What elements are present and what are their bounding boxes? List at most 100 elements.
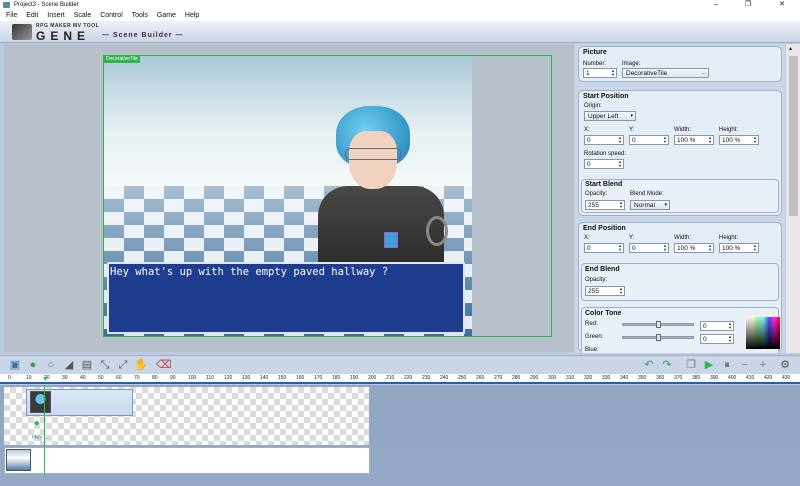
settings-icon[interactable]: ⚙: [778, 358, 792, 372]
eraser-icon[interactable]: ⌫: [156, 358, 172, 372]
scroll-thumb[interactable]: [789, 56, 798, 216]
blend-mode-value: Normal: [634, 202, 655, 209]
menu-edit[interactable]: Edit: [26, 12, 38, 19]
spinner-icon[interactable]: ▲ ▼: [728, 322, 732, 330]
character-face: [349, 131, 397, 189]
ruler-mark: 300: [548, 375, 557, 381]
end-height-field[interactable]: 100 % ▲ ▼: [719, 243, 759, 253]
copy-icon[interactable]: ❐: [684, 358, 698, 372]
menu-file[interactable]: File: [6, 12, 17, 19]
image-browse-button[interactable]: ...: [702, 69, 706, 78]
ruler-mark: 360: [656, 375, 665, 381]
ruler-mark: 230: [422, 375, 431, 381]
start-opacity-field[interactable]: 255 ▲ ▼: [585, 200, 625, 210]
minimize-button[interactable]: –: [704, 0, 728, 10]
ruler-mark: 350: [638, 375, 647, 381]
end-width-field[interactable]: 100 % ▲ ▼: [674, 243, 714, 253]
maximize-button[interactable]: ❐: [736, 0, 760, 10]
menu-insert[interactable]: Insert: [47, 12, 65, 19]
height-field[interactable]: 100 % ▲ ▼: [719, 135, 759, 145]
end-position-heading: End Position: [583, 225, 626, 232]
end-height-label: Height:: [719, 235, 739, 241]
start-opacity-value: 255: [588, 202, 599, 209]
end-x-value: 0: [587, 245, 591, 252]
playhead-line: [44, 385, 45, 474]
background-track[interactable]: [4, 447, 370, 474]
green-slider[interactable]: [622, 334, 694, 341]
green-field[interactable]: 0 ▲ ▼: [700, 334, 734, 344]
spinner-icon[interactable]: ▲ ▼: [728, 335, 732, 343]
timeline: ◆ Hey ...: [0, 385, 800, 486]
spinner-icon[interactable]: ▲ ▼: [611, 69, 615, 77]
balloon-icon[interactable]: ●: [26, 358, 40, 372]
plus-icon[interactable]: +: [756, 358, 770, 372]
width-label: Width:: [674, 127, 692, 133]
minus-icon[interactable]: −: [738, 358, 752, 372]
origin-select[interactable]: Upper Left ▾: [584, 111, 636, 121]
red-slider-knob[interactable]: [656, 321, 661, 328]
y-field[interactable]: 0 ▲ ▼: [629, 135, 669, 145]
film-icon[interactable]: ▤: [80, 358, 94, 372]
red-field[interactable]: 0 ▲ ▼: [700, 321, 734, 331]
end-x-field[interactable]: 0 ▲ ▼: [584, 243, 624, 253]
spinner-icon[interactable]: ▲ ▼: [618, 160, 622, 168]
spinner-icon[interactable]: ▲ ▼: [619, 201, 623, 209]
end-x-label: X:: [584, 235, 590, 241]
pause-icon[interactable]: ⏸: [720, 358, 734, 372]
undo-icon[interactable]: ↶: [642, 358, 656, 372]
menu-scale[interactable]: Scale: [74, 12, 92, 19]
panel-scrollbar[interactable]: ▴: [785, 44, 800, 353]
spinner-icon[interactable]: ▲ ▼: [708, 136, 712, 144]
y-label: Y:: [629, 127, 635, 133]
spinner-icon[interactable]: ▲ ▼: [618, 244, 622, 252]
play-icon[interactable]: ▶: [702, 358, 716, 372]
blend-mode-select[interactable]: Normal ▾: [630, 200, 670, 210]
spinner-icon[interactable]: ▲ ▼: [618, 136, 622, 144]
hand-icon[interactable]: ✋: [134, 358, 148, 372]
redo-icon[interactable]: ↷: [660, 358, 674, 372]
scale-icon[interactable]: ⤢: [116, 358, 130, 372]
green-slider-knob[interactable]: [656, 334, 661, 341]
rotation-field[interactable]: 0 ▲ ▼: [584, 159, 624, 169]
red-slider[interactable]: [622, 321, 694, 328]
menu-tools[interactable]: Tools: [132, 12, 148, 19]
message-marker-icon[interactable]: ◆: [34, 419, 39, 427]
ruler-mark: 370: [674, 375, 683, 381]
menu-help[interactable]: Help: [185, 12, 199, 19]
timeline-ruler[interactable]: 0 10 20 30 40 50 60 70 80 90 100 110 120 130 140 150 160…: [0, 374, 800, 384]
picture-icon[interactable]: ▣: [8, 358, 22, 372]
spinner-icon[interactable]: ▲ ▼: [753, 244, 757, 252]
playhead-marker-icon[interactable]: ▼: [42, 376, 49, 383]
width-field[interactable]: 100 % ▲ ▼: [674, 135, 714, 145]
spinner-icon[interactable]: ▲ ▼: [708, 244, 712, 252]
ruler-mark: 280: [512, 375, 521, 381]
character-glasses: [345, 148, 401, 160]
ruler-mark: 270: [494, 375, 503, 381]
scroll-up-icon[interactable]: ▴: [789, 45, 792, 52]
character-badge: [384, 232, 398, 248]
end-y-field[interactable]: 0 ▲ ▼: [629, 243, 669, 253]
move-icon[interactable]: ⤡: [98, 358, 112, 372]
spinner-icon[interactable]: ▲ ▼: [663, 136, 667, 144]
ruler-mark: 150: [278, 375, 287, 381]
spinner-icon[interactable]: ▲ ▼: [619, 287, 623, 295]
ruler-mark: 70: [134, 375, 140, 381]
color-picker[interactable]: [746, 317, 780, 349]
message-clip-label[interactable]: Hey ...: [32, 435, 49, 441]
spinner-icon[interactable]: ▲ ▼: [753, 136, 757, 144]
x-field[interactable]: 0 ▲ ▼: [584, 135, 624, 145]
spinner-icon[interactable]: ▲ ▼: [663, 244, 667, 252]
end-opacity-field[interactable]: 255 ▲ ▼: [585, 286, 625, 296]
ruler-mark: 420: [764, 375, 773, 381]
number-value: 1: [586, 70, 590, 77]
menu-control[interactable]: Control: [100, 12, 123, 19]
image-select[interactable]: DecorativeTile...: [622, 68, 709, 78]
triangle-icon[interactable]: ◢: [62, 358, 76, 372]
ruler-mark: 410: [746, 375, 755, 381]
background-thumbnail: [6, 449, 31, 471]
number-field[interactable]: 1 ▲ ▼: [583, 68, 617, 78]
menu-game[interactable]: Game: [157, 12, 176, 19]
ruler-mark: 130: [242, 375, 251, 381]
close-button[interactable]: ✕: [770, 0, 794, 10]
balloon-outline-icon[interactable]: ○: [44, 358, 58, 372]
